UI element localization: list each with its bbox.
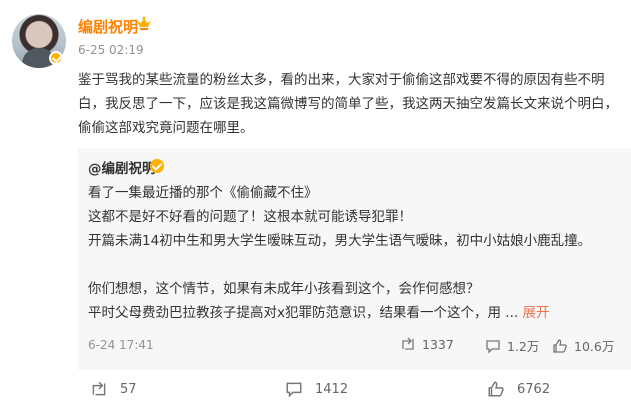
comment-icon bbox=[286, 382, 302, 398]
thumbs-up-icon bbox=[488, 381, 504, 397]
quoted-timestamp[interactable]: 6-24 17:41 bbox=[88, 338, 154, 352]
quoted-like-button[interactable]: 10.6万 bbox=[552, 336, 614, 355]
quoted-comment-button[interactable]: 1.2万 bbox=[485, 336, 539, 355]
verified-badge-icon bbox=[49, 51, 63, 65]
quoted-comment-count: 1.2万 bbox=[507, 339, 540, 354]
quoted-body: 看了一集最近播的那个《偷偷藏不住》 这都不是好不好看的问题了！这根本就可能诱导犯… bbox=[88, 181, 618, 325]
repost-count: 57 bbox=[120, 381, 137, 397]
quoted-line: 开篇未满14初中生和男大学生暧昧互动，男大学生语气暧昧，初中小姑娘小鹿乱撞。 bbox=[88, 233, 592, 249]
quoted-line: 看了一集最近播的那个《偷偷藏不住》 bbox=[88, 185, 318, 201]
post-timestamp[interactable]: 6-25 02:19 bbox=[78, 43, 144, 57]
author-name[interactable]: 编剧祝明 bbox=[78, 16, 138, 37]
quoted-repost-count: 1337 bbox=[422, 336, 454, 352]
quoted-line: 这都不是好不好看的问题了！这根本就可能诱导犯罪！ bbox=[88, 209, 412, 225]
thumbs-up-icon bbox=[553, 338, 567, 353]
quoted-line: 平时父母费劲巴拉教孩子提高对x犯罪防范意识，结果看一个这个，用 ... 展开 bbox=[88, 301, 618, 325]
quoted-author[interactable]: @编剧祝明 bbox=[88, 157, 156, 177]
comment-button[interactable]: 1412 bbox=[285, 380, 348, 398]
like-count: 6762 bbox=[517, 381, 551, 397]
quoted-line-text: 平时父母费劲巴拉教孩子提高对x犯罪防范意识，结果看一个这个，用 ... bbox=[88, 305, 519, 321]
comment-icon bbox=[486, 339, 500, 354]
crown-icon bbox=[137, 16, 151, 30]
repost-icon bbox=[92, 381, 106, 396]
comment-count: 1412 bbox=[315, 381, 349, 397]
quoted-like-count: 10.6万 bbox=[574, 339, 615, 354]
like-button[interactable]: 6762 bbox=[487, 380, 550, 398]
repost-button[interactable]: 57 bbox=[90, 380, 137, 398]
quoted-line-gap bbox=[88, 253, 618, 277]
post-body: 鉴于骂我的某些流量的粉丝太多，看的出来，大家对于偷偷这部戏要不得的原因有些不明白… bbox=[78, 72, 618, 136]
quoted-verified-icon bbox=[150, 159, 164, 173]
quoted-repost-button[interactable]: 1337 bbox=[400, 336, 454, 352]
repost-icon bbox=[402, 337, 414, 350]
expand-link[interactable]: 展开 bbox=[522, 305, 549, 321]
quoted-line: 你们想想，这个情节，如果有未成年小孩看到这个，会作何感想？ bbox=[88, 281, 480, 297]
